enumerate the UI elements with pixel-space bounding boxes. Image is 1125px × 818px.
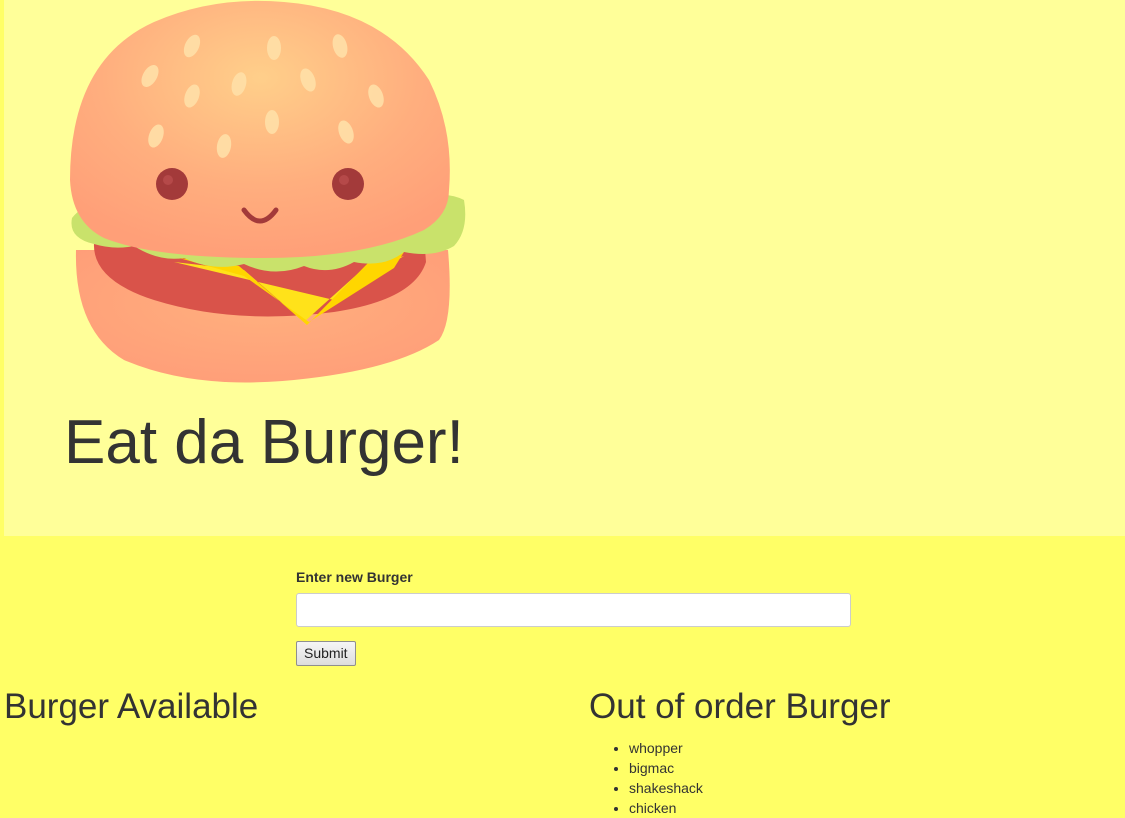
list-item: shakeshack [629,778,1119,798]
burger-logo-icon [70,0,466,383]
list-item: whopper [629,738,1119,758]
available-burgers-section: Burger Available [4,685,564,738]
page-title: Eat da Burger! [64,408,464,477]
list-item: chicken [629,798,1119,818]
list-item: bigmac [629,758,1119,778]
new-burger-label: Enter new Burger [296,569,413,585]
available-burgers-heading: Burger Available [4,687,259,726]
burger-form: Enter new Burger Submit [296,568,851,666]
devoured-burgers-section: Out of order Burger whopper bigmac shake… [589,685,1119,818]
burger-name-input[interactable] [296,593,851,627]
submit-button[interactable]: Submit [296,641,356,666]
jumbotron: Eat da Burger! [4,0,1125,536]
devoured-burgers-heading: Out of order Burger [589,687,891,726]
devoured-burgers-list: whopper bigmac shakeshack chicken [589,738,1119,818]
